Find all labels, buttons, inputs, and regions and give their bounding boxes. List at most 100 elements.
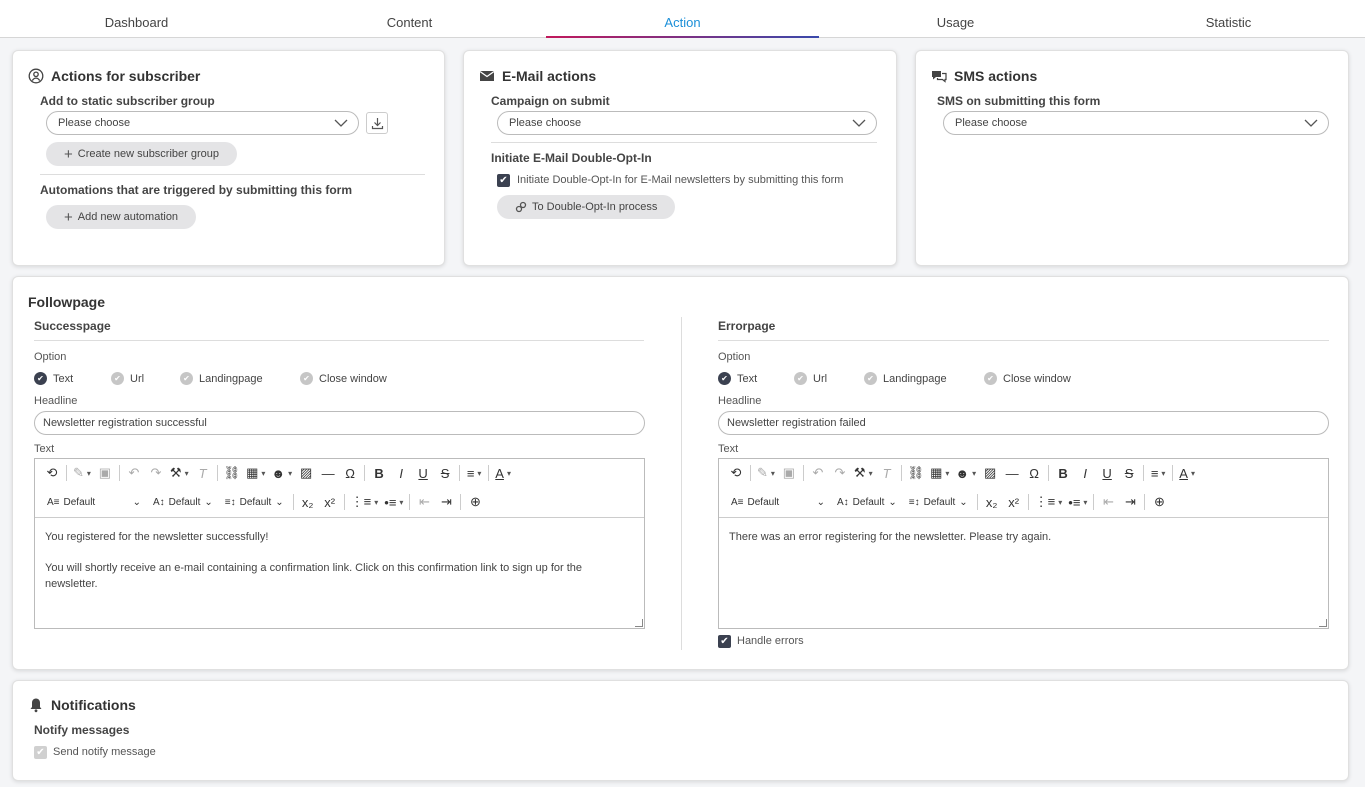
- group-label: Add to static subscriber group: [40, 94, 215, 108]
- success-radio-close-window[interactable]: ✔ Close window: [300, 372, 387, 385]
- create-subscriber-group-button[interactable]: + Create new subscriber group: [46, 142, 238, 166]
- doi-checkbox[interactable]: ✔: [497, 174, 510, 187]
- line-height-select[interactable]: ≡↕ Default ⌄: [219, 491, 290, 513]
- tab-statistic[interactable]: Statistic: [1092, 0, 1365, 37]
- font-size-select[interactable]: A↕ Default ⌄: [831, 491, 903, 513]
- outdent-icon[interactable]: ⇤: [1097, 491, 1119, 513]
- resize-handle[interactable]: [635, 619, 643, 627]
- source-code-icon[interactable]: ⟲: [725, 462, 747, 484]
- strikethrough-icon[interactable]: S: [434, 462, 456, 484]
- radio-icon: ✔: [864, 372, 877, 385]
- italic-icon[interactable]: I: [1074, 462, 1096, 484]
- clear-format-icon[interactable]: T: [192, 462, 214, 484]
- send-notify-checkbox[interactable]: ✔: [34, 746, 47, 759]
- tab-content[interactable]: Content: [273, 0, 546, 37]
- horizontal-line-icon[interactable]: —: [1001, 462, 1023, 484]
- special-char-icon[interactable]: Ω: [339, 462, 361, 484]
- chevron-down-icon: ⌄: [132, 496, 141, 508]
- handle-errors-checkbox[interactable]: ✔: [718, 635, 731, 648]
- paste-icon[interactable]: ▣: [94, 462, 116, 484]
- special-char-icon[interactable]: Ω: [1023, 462, 1045, 484]
- tab-dashboard[interactable]: Dashboard: [0, 0, 273, 37]
- error-text-label: Text: [718, 443, 739, 455]
- font-family-select[interactable]: A≡ Default ⌄: [725, 491, 831, 513]
- indent-icon[interactable]: ⇥: [435, 491, 457, 513]
- success-editor-content[interactable]: You registered for the newsletter succes…: [35, 517, 644, 628]
- radio-label: Text: [53, 372, 74, 385]
- error-radio-close-window[interactable]: ✔ Close window: [984, 372, 1071, 385]
- add-automation-button[interactable]: + Add new automation: [46, 205, 197, 229]
- success-text-editor: ⟲ ✎ ▾ ▣ ↶ ↷ ⚒ ▾ T ⛓ ▦ ▾ ☻ ▾ ▨ — Ω B I U S ≡ ▾…: [34, 458, 645, 629]
- resize-handle[interactable]: [1319, 619, 1327, 627]
- format-painter-icon[interactable]: ⚒ ▾: [851, 462, 876, 484]
- success-headline-label: Headline: [34, 395, 78, 407]
- error-editor-content[interactable]: There was an error registering for the n…: [719, 517, 1328, 628]
- source-code-icon[interactable]: ⟲: [41, 462, 63, 484]
- doi-label: Initiate E-Mail Double-Opt-In: [491, 151, 652, 165]
- magic-wand-icon[interactable]: ✎ ▾: [754, 462, 778, 484]
- doi-process-button[interactable]: To Double-Opt-In process: [497, 195, 676, 219]
- divider: [34, 340, 644, 341]
- outdent-icon[interactable]: ⇤: [413, 491, 435, 513]
- redo-icon[interactable]: ↷: [829, 462, 851, 484]
- link-icon[interactable]: ⛓: [221, 462, 244, 484]
- emoji-icon[interactable]: ☻ ▾: [268, 462, 295, 484]
- radio-label: Landingpage: [199, 372, 263, 385]
- subscriber-group-select[interactable]: Please choose: [46, 111, 359, 135]
- emoji-icon[interactable]: ☻ ▾: [952, 462, 979, 484]
- error-headline-input[interactable]: Newsletter registration failed: [718, 411, 1329, 435]
- import-download-button[interactable]: [366, 112, 388, 134]
- crosshair-icon[interactable]: ⊕: [464, 491, 486, 513]
- success-headline-input[interactable]: Newsletter registration successful: [34, 411, 645, 435]
- error-radio-url[interactable]: ✔ Url: [794, 372, 827, 385]
- magic-wand-icon[interactable]: ✎ ▾: [70, 462, 94, 484]
- success-radio-landingpage[interactable]: ✔ Landingpage: [180, 372, 263, 385]
- paste-icon[interactable]: ▣: [778, 462, 800, 484]
- superscript-icon[interactable]: x²: [1003, 491, 1025, 513]
- error-radio-landingpage[interactable]: ✔ Landingpage: [864, 372, 947, 385]
- followpage-title: Followpage: [28, 294, 105, 310]
- bold-icon[interactable]: B: [1052, 462, 1074, 484]
- align-icon[interactable]: ≡ ▾: [1147, 462, 1169, 484]
- numbered-list-icon[interactable]: ⋮≡ ▾: [348, 491, 382, 513]
- followpage-card: Followpage Successpage Option ✔ Text ✔ Url…: [12, 276, 1349, 670]
- table-icon[interactable]: ▦ ▾: [243, 462, 268, 484]
- underline-icon[interactable]: U: [1096, 462, 1118, 484]
- subscript-icon[interactable]: x₂: [981, 491, 1003, 513]
- error-radio-text[interactable]: ✔ Text: [718, 372, 757, 385]
- line-height-select[interactable]: ≡↕ Default ⌄: [903, 491, 974, 513]
- italic-icon[interactable]: I: [390, 462, 412, 484]
- numbered-list-icon[interactable]: ⋮≡ ▾: [1032, 491, 1066, 513]
- image-icon[interactable]: ▨: [979, 462, 1001, 484]
- format-painter-icon[interactable]: ⚒ ▾: [167, 462, 192, 484]
- underline-icon[interactable]: U: [412, 462, 434, 484]
- campaign-select[interactable]: Please choose: [497, 111, 877, 135]
- table-icon[interactable]: ▦ ▾: [927, 462, 952, 484]
- success-radio-url[interactable]: ✔ Url: [111, 372, 144, 385]
- subscript-icon[interactable]: x₂: [297, 491, 319, 513]
- strikethrough-icon[interactable]: S: [1118, 462, 1140, 484]
- indent-icon[interactable]: ⇥: [1119, 491, 1141, 513]
- text-color-icon[interactable]: A ▾: [1176, 462, 1198, 484]
- font-family-select[interactable]: A≡ Default ⌄: [41, 491, 147, 513]
- undo-icon[interactable]: ↶: [807, 462, 829, 484]
- superscript-icon[interactable]: x²: [319, 491, 341, 513]
- crosshair-icon[interactable]: ⊕: [1148, 491, 1170, 513]
- text-color-icon[interactable]: A ▾: [492, 462, 514, 484]
- horizontal-line-icon[interactable]: —: [317, 462, 339, 484]
- undo-icon[interactable]: ↶: [123, 462, 145, 484]
- image-icon[interactable]: ▨: [295, 462, 317, 484]
- bullet-list-icon[interactable]: •≡ ▾: [1065, 491, 1090, 513]
- success-radio-text[interactable]: ✔ Text: [34, 372, 73, 385]
- clear-format-icon[interactable]: T: [876, 462, 898, 484]
- font-size-select[interactable]: A↕ Default ⌄: [147, 491, 219, 513]
- font-size-icon: A↕: [837, 496, 849, 508]
- tab-action[interactable]: Action: [546, 0, 819, 38]
- bold-icon[interactable]: B: [368, 462, 390, 484]
- link-icon[interactable]: ⛓: [905, 462, 928, 484]
- bullet-list-icon[interactable]: •≡ ▾: [381, 491, 406, 513]
- tab-usage[interactable]: Usage: [819, 0, 1092, 37]
- align-icon[interactable]: ≡ ▾: [463, 462, 485, 484]
- sms-select[interactable]: Please choose: [943, 111, 1329, 135]
- redo-icon[interactable]: ↷: [145, 462, 167, 484]
